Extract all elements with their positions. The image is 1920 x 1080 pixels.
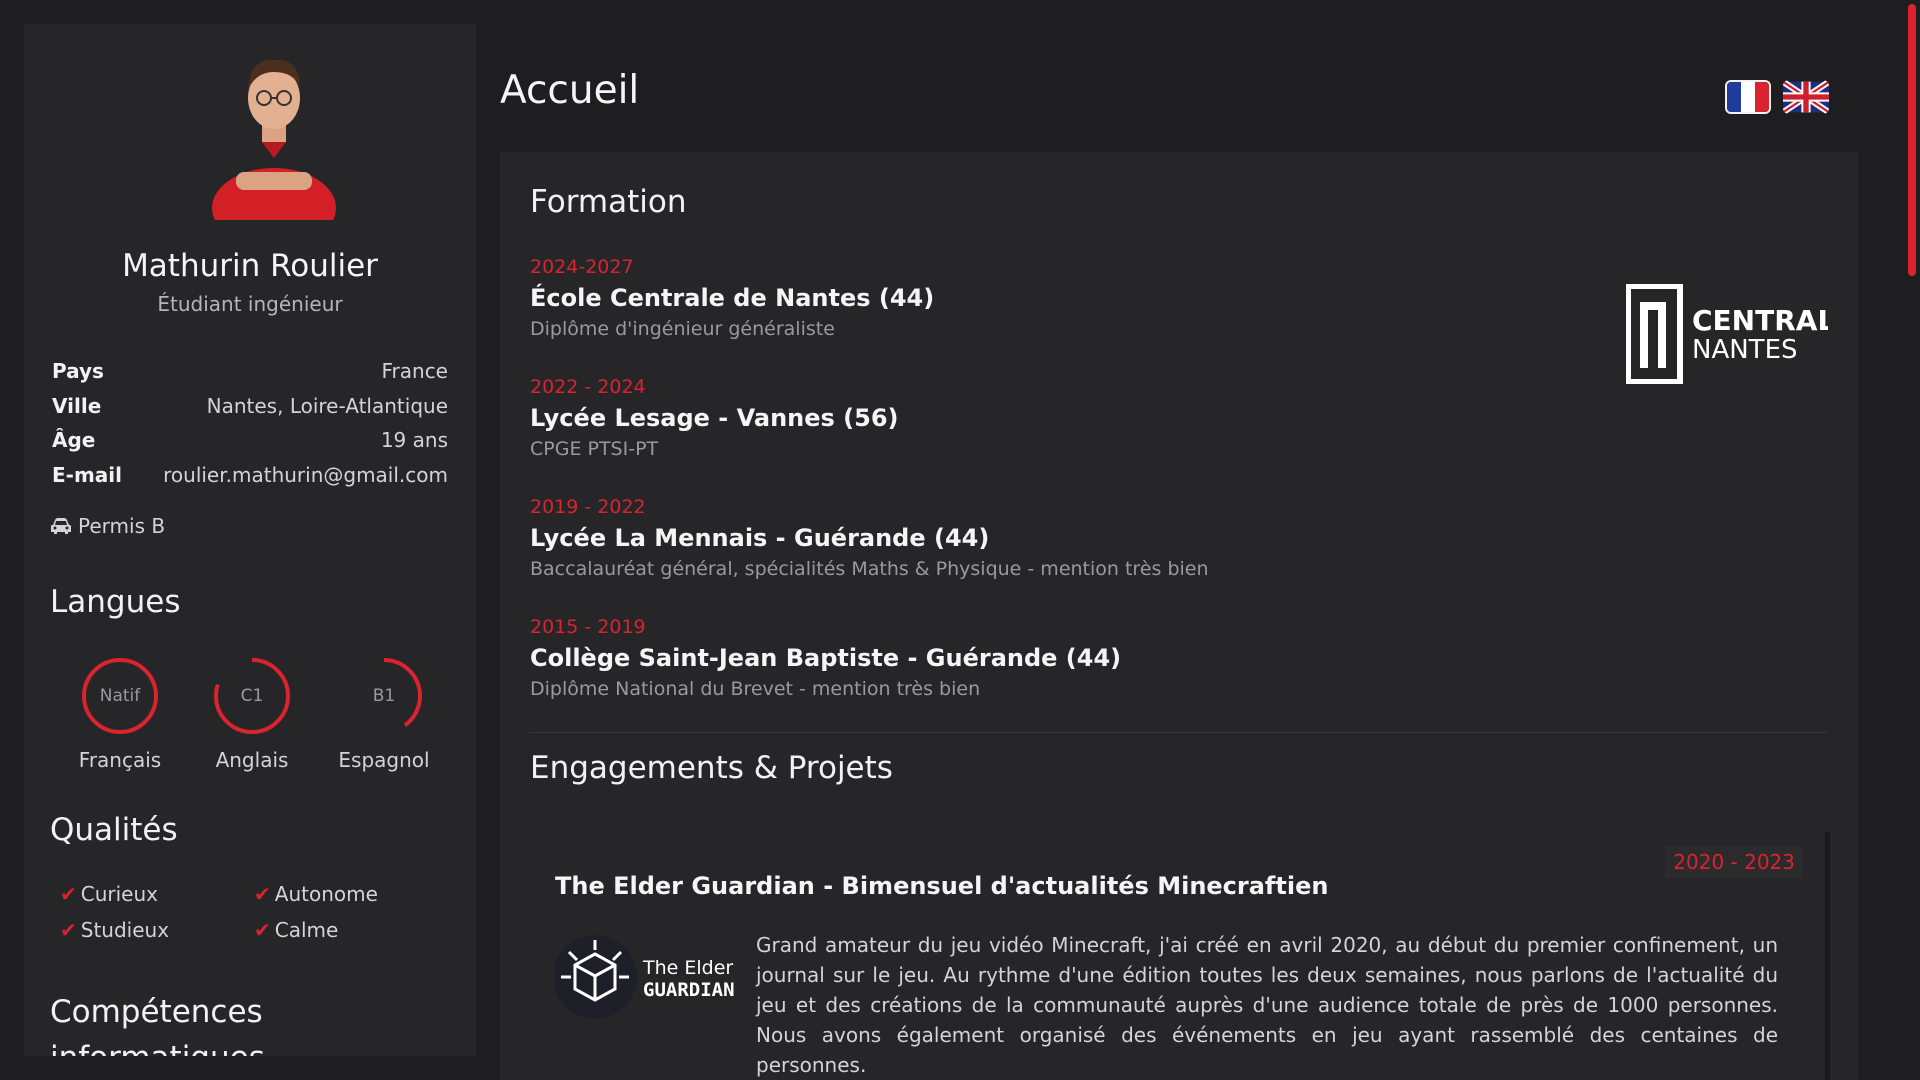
- profile-sidebar: Mathurin Roulier Étudiant ingénieur Pays…: [24, 24, 476, 1056]
- lang-name: Français: [78, 748, 162, 772]
- flag-fr-icon[interactable]: [1725, 80, 1771, 114]
- qualite-item: ✔ Autonome: [254, 882, 378, 906]
- check-icon: ✔: [60, 882, 77, 906]
- check-icon: ✔: [60, 918, 77, 942]
- formation-detail: Baccalauréat général, spécialités Maths …: [530, 558, 1209, 580]
- project-card: 2020 - 2023 The Elder Guardian - Bimensu…: [530, 832, 1830, 1080]
- info-value: Nantes, Loire-Atlantique: [206, 393, 448, 418]
- formation-years: 2024-2027: [530, 256, 634, 278]
- project-title: The Elder Guardian - Bimensuel d'actuali…: [555, 872, 1329, 900]
- logo-text-line1: CENTRALE: [1692, 304, 1828, 337]
- elder-guardian-logo: The Elder GUARDIAN: [555, 935, 735, 1019]
- profile-photo: [212, 59, 336, 220]
- info-row-city: Ville Nantes, Loire-Atlantique: [52, 389, 448, 424]
- formation-school: Lycée Lesage - Vannes (56): [530, 404, 899, 432]
- formation-title: Formation: [530, 184, 687, 220]
- car-icon: [51, 518, 71, 534]
- info-value: France: [381, 359, 448, 384]
- formation-school: École Centrale de Nantes (44): [530, 284, 935, 312]
- logo-text-line2: GUARDIAN: [643, 979, 735, 1001]
- formation-item: 2022 - 2024 Lycée Lesage - Vannes (56) C…: [530, 376, 1530, 460]
- qualite-label: Calme: [274, 918, 339, 942]
- formation-years: 2019 - 2022: [530, 496, 646, 518]
- engagements-title: Engagements & Projets: [530, 750, 893, 786]
- lang-level: Natif: [99, 686, 141, 706]
- info-row-email: E-mail roulier.mathurin@gmail.com: [52, 458, 448, 493]
- lang-level: C1: [240, 686, 264, 706]
- permis-label: Permis B: [78, 514, 166, 538]
- qualite-label: Autonome: [274, 882, 378, 906]
- qualite-item: ✔ Curieux: [60, 882, 158, 906]
- lang-french: Natif Français: [60, 656, 180, 772]
- competences-title-line1: Compétences: [50, 994, 263, 1030]
- qualite-label: Curieux: [80, 882, 159, 906]
- info-label: E-mail: [52, 462, 123, 487]
- qualite-item: ✔ Studieux: [60, 918, 169, 942]
- profile-name: Mathurin Roulier: [122, 248, 378, 284]
- lang-name: Espagnol: [338, 748, 430, 772]
- qualites-title: Qualités: [50, 812, 178, 848]
- permis: Permis B: [50, 514, 165, 538]
- lang-name: Anglais: [215, 748, 289, 772]
- formation-item: 2024-2027 École Centrale de Nantes (44) …: [530, 256, 1530, 340]
- centrale-nantes-logo: CENTRALE NANTES: [1626, 284, 1828, 384]
- formation-years: 2015 - 2019: [530, 616, 646, 638]
- info-label: Ville: [52, 393, 102, 418]
- formation-detail: Diplôme d'ingénieur généraliste: [530, 318, 835, 340]
- formation-years: 2022 - 2024: [530, 376, 646, 398]
- logo-text-line1: The Elder: [642, 957, 733, 979]
- project-description: Grand amateur du jeu vidéo Minecraft, j'…: [756, 933, 1778, 1077]
- formation-detail: CPGE PTSI-PT: [530, 438, 659, 460]
- email-link[interactable]: roulier.mathurin@gmail.com: [163, 463, 448, 487]
- lang-english: C1 Anglais: [192, 656, 312, 772]
- project-years: 2020 - 2023: [1665, 846, 1803, 878]
- qualite-label: Studieux: [80, 918, 170, 942]
- section-divider: [530, 732, 1828, 733]
- formation-school: Collège Saint-Jean Baptiste - Guérande (…: [530, 644, 1122, 672]
- lang-level: B1: [372, 686, 396, 706]
- check-icon: ✔: [254, 918, 271, 942]
- info-label: Âge: [52, 428, 96, 453]
- competences-title-line2: informatiques: [50, 1040, 265, 1056]
- page-scrollbar[interactable]: [1904, 0, 1920, 1080]
- check-icon: ✔: [254, 882, 271, 906]
- formation-detail: Diplôme National du Brevet - mention trè…: [530, 678, 981, 700]
- formation-item: 2015 - 2019 Collège Saint-Jean Baptiste …: [530, 616, 1530, 700]
- info-row-country: Pays France: [52, 354, 448, 389]
- page-title: Accueil: [500, 68, 640, 113]
- logo-text-line2: NANTES: [1692, 335, 1798, 365]
- scrollbar-thumb[interactable]: [1908, 4, 1916, 276]
- profile-subtitle: Étudiant ingénieur: [157, 292, 343, 316]
- qualite-item: ✔ Calme: [254, 918, 338, 942]
- profile-info-table: Pays France Ville Nantes, Loire-Atlantiq…: [52, 354, 448, 492]
- info-label: Pays: [52, 359, 104, 384]
- formation-school: Lycée La Mennais - Guérande (44): [530, 524, 990, 552]
- flag-uk-icon[interactable]: [1783, 80, 1829, 114]
- langues-title: Langues: [50, 584, 181, 620]
- formation-item: 2019 - 2022 Lycée La Mennais - Guérande …: [530, 496, 1530, 580]
- info-row-age: Âge 19 ans: [52, 423, 448, 458]
- main-content: Formation 2024-2027 École Centrale de Na…: [500, 152, 1858, 1080]
- lang-spanish: B1 Espagnol: [324, 656, 444, 772]
- info-value: 19 ans: [380, 428, 448, 453]
